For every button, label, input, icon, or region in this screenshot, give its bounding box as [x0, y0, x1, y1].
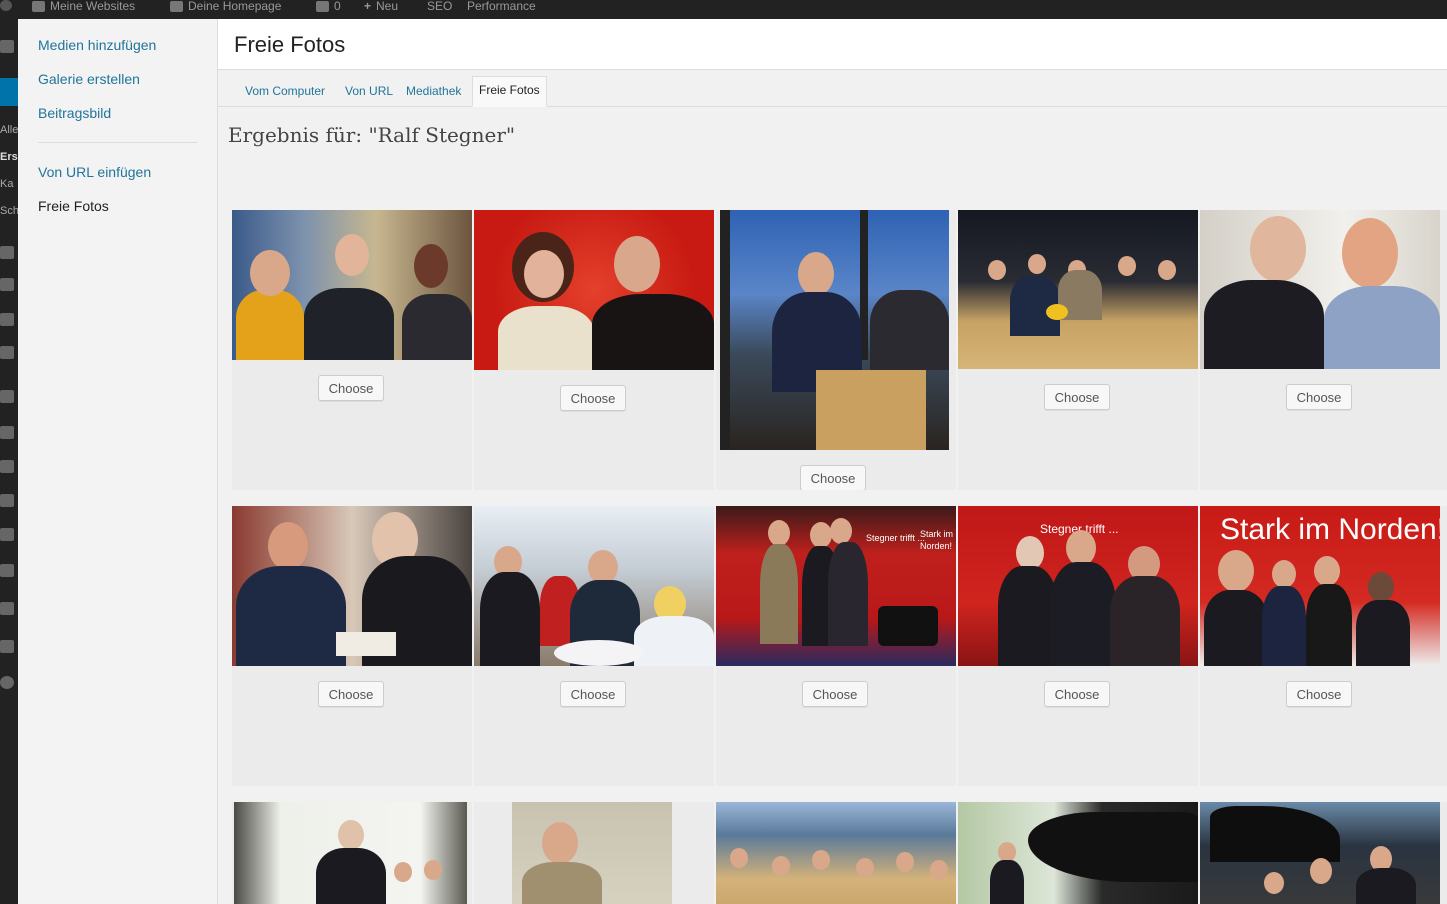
forms-icon[interactable] [0, 313, 14, 326]
menu-item-free-photos[interactable]: Freie Fotos [38, 198, 109, 214]
wordpress-logo-icon[interactable] [0, 0, 12, 11]
photo-thumbnail[interactable] [232, 506, 472, 666]
performance-icon[interactable] [0, 640, 14, 653]
media-modal: Medien hinzufügen Galerie erstellen Beit… [18, 19, 1447, 904]
photo-thumbnail[interactable]: Stark im Norden! [1200, 506, 1440, 666]
frame-title: Freie Fotos [234, 32, 346, 57]
media-icon[interactable] [0, 246, 14, 259]
tab-media-library[interactable]: Mediathek [399, 77, 468, 108]
photo-result: Choose [958, 210, 1198, 490]
tab-bar: Vom Computer Von URL Mediathek Freie Fot… [218, 70, 1447, 107]
my-sites-icon [32, 0, 45, 12]
pages-icon[interactable] [0, 278, 14, 291]
choose-button[interactable]: Choose [1044, 681, 1110, 707]
comments-icon[interactable] [0, 346, 14, 359]
choose-button[interactable]: Choose [318, 681, 384, 707]
photo-result: Stegner trifft ... Stark im Norden! Choo… [716, 506, 956, 786]
seo-menu[interactable]: SEO [427, 0, 452, 12]
photo-result [474, 802, 714, 904]
tab-free-photos[interactable]: Freie Fotos [472, 76, 547, 107]
admin-bar: Meine Websites Deine Homepage 0 + Neu SEO… [0, 0, 1447, 18]
photo-result: Stegner trifft ... Choose [958, 506, 1198, 786]
settings-icon[interactable] [0, 528, 14, 541]
tab-from-url[interactable]: Von URL [338, 77, 400, 108]
photo-result [716, 802, 956, 904]
menu-label-new[interactable]: Ers [0, 151, 18, 163]
menu-label-categories[interactable]: Ka [0, 178, 13, 190]
photo-result: Choose [232, 210, 472, 490]
comment-icon [316, 0, 329, 12]
photo-thumbnail[interactable] [720, 210, 949, 450]
menu-label-all[interactable]: Alle [0, 124, 18, 136]
photo-thumbnail[interactable]: Stegner trifft ... Stark im Norden! [716, 506, 956, 666]
site-home-menu[interactable]: Deine Homepage [170, 0, 281, 12]
menu-item-create-gallery[interactable]: Galerie erstellen [38, 71, 140, 87]
home-icon [170, 0, 183, 12]
photo-result [958, 802, 1198, 904]
photo-result [232, 802, 472, 904]
photo-result: Choose [1200, 210, 1447, 490]
photo-result: Choose [716, 210, 956, 490]
choose-button[interactable]: Choose [560, 385, 626, 411]
photo-thumbnail[interactable] [234, 802, 467, 904]
plus-icon: + [364, 0, 372, 13]
photo-thumbnail[interactable] [474, 210, 714, 370]
comments-menu[interactable]: 0 [316, 0, 341, 12]
choose-button[interactable]: Choose [802, 681, 868, 707]
photo-thumbnail[interactable] [958, 802, 1198, 904]
admin-menu: Alle Ers Ka Sch [0, 18, 18, 904]
dashboard-icon[interactable] [0, 40, 14, 53]
photo-result: Choose [474, 210, 714, 490]
frame-title-bar: Freie Fotos [218, 19, 1447, 70]
photo-result: Choose [474, 506, 714, 786]
content-area: Vom Computer Von URL Mediathek Freie Fot… [218, 70, 1447, 904]
photo-result [1200, 802, 1447, 904]
tab-from-computer[interactable]: Vom Computer [238, 77, 332, 108]
plugins-icon[interactable] [0, 426, 14, 439]
photo-result: Choose [232, 506, 472, 786]
photo-caption: Stark im Norden! [920, 529, 954, 551]
my-sites-menu[interactable]: Meine Websites [32, 0, 135, 12]
photo-result: Stark im Norden! Choose [1200, 506, 1447, 786]
result-heading: Ergebnis für: "Ralf Stegner" [228, 123, 516, 147]
choose-button[interactable]: Choose [560, 681, 626, 707]
photo-thumbnail[interactable] [1200, 802, 1440, 904]
choose-button[interactable]: Choose [1286, 384, 1352, 410]
media-menu: Medien hinzufügen Galerie erstellen Beit… [18, 19, 218, 904]
menu-item-add-media[interactable]: Medien hinzufügen [38, 37, 156, 53]
choose-button[interactable]: Choose [318, 375, 384, 401]
choose-button[interactable]: Choose [800, 465, 866, 490]
photo-thumbnail[interactable] [474, 506, 714, 666]
photo-caption: Stegner trifft ... [866, 533, 925, 543]
choose-button[interactable]: Choose [1286, 681, 1352, 707]
appearance-icon[interactable] [0, 390, 14, 403]
choose-button[interactable]: Choose [1044, 384, 1110, 410]
menu-item-insert-from-url[interactable]: Von URL einfügen [38, 164, 151, 180]
tools-icon[interactable] [0, 494, 14, 507]
users-icon[interactable] [0, 460, 14, 473]
seo-icon[interactable] [0, 602, 14, 615]
plugin-icon[interactable] [0, 564, 14, 577]
posts-icon[interactable] [0, 78, 18, 106]
photo-thumbnail[interactable] [716, 802, 956, 904]
photo-thumbnail[interactable] [512, 802, 672, 904]
photo-thumbnail[interactable] [958, 210, 1198, 369]
photo-thumbnail[interactable] [232, 210, 472, 360]
menu-label-tags[interactable]: Sch [0, 205, 18, 217]
menu-separator [38, 142, 197, 143]
photo-thumbnail[interactable] [1200, 210, 1440, 369]
performance-menu[interactable]: Performance [467, 0, 536, 12]
new-content-menu[interactable]: + Neu [364, 0, 398, 12]
menu-item-featured-image[interactable]: Beitragsbild [38, 105, 111, 121]
collapse-menu-icon[interactable] [0, 676, 14, 689]
photo-caption: Stark im Norden! [1220, 513, 1440, 546]
photo-thumbnail[interactable]: Stegner trifft ... [958, 506, 1198, 666]
